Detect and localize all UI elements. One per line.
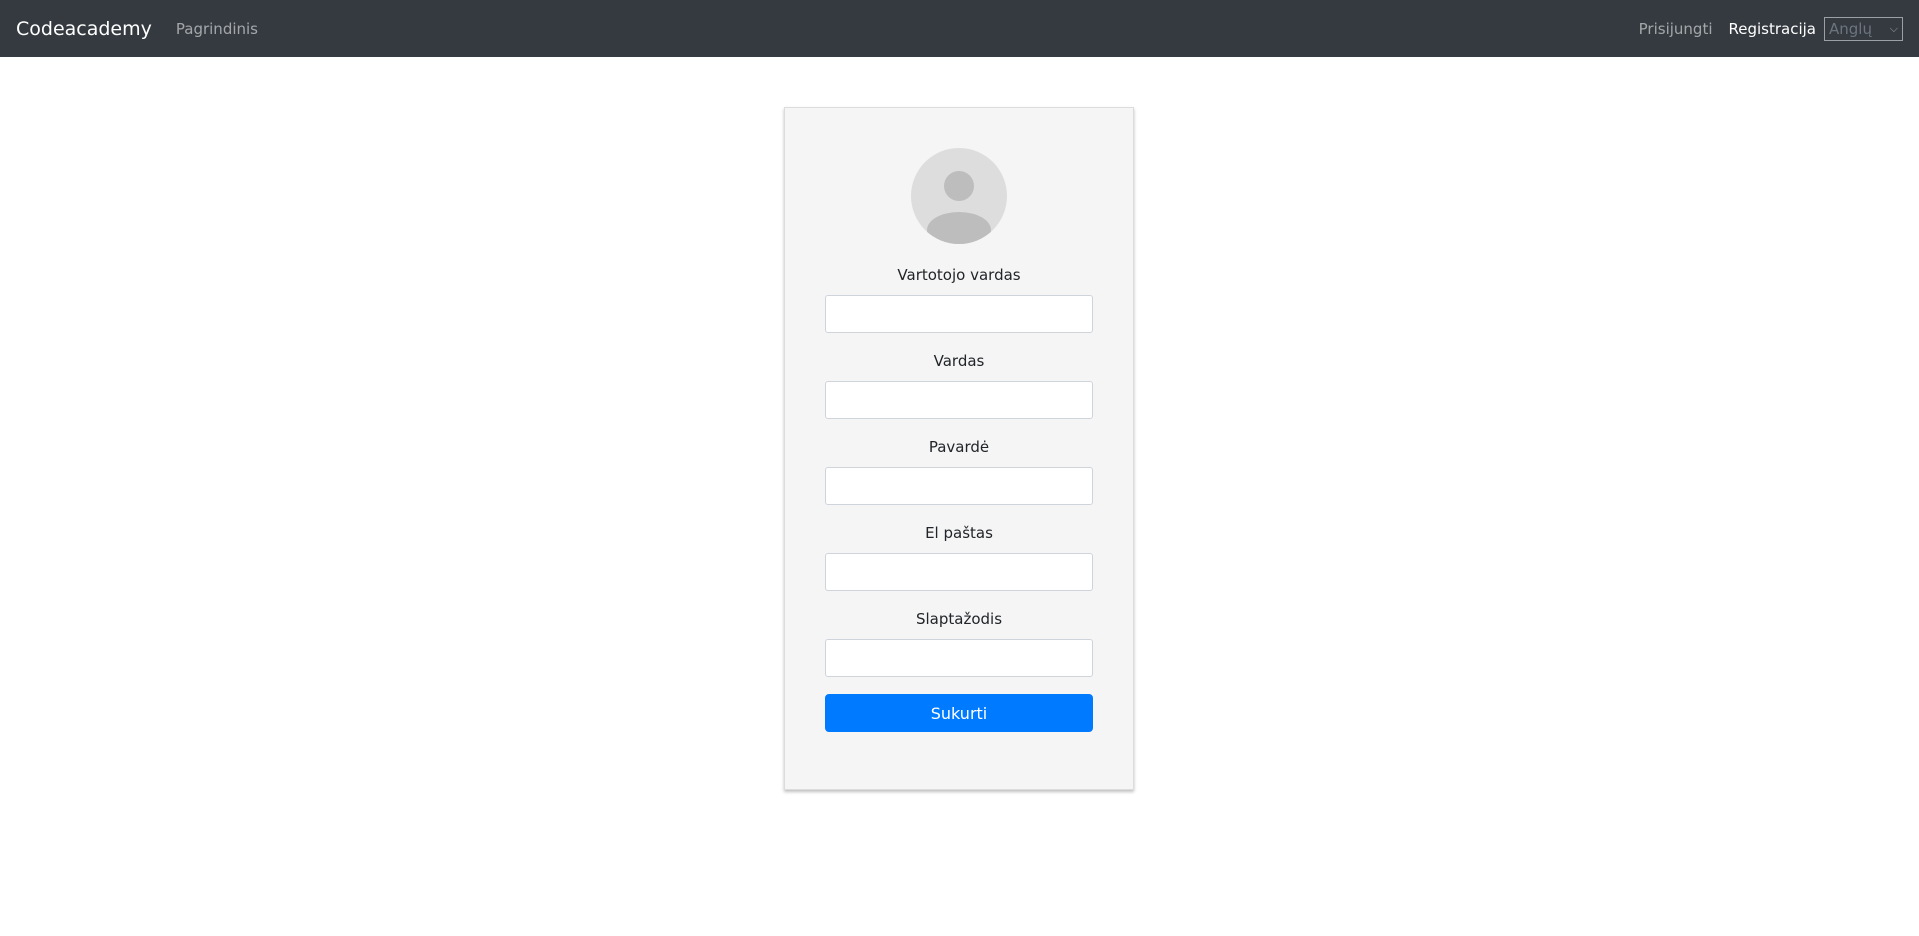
nav-link-register[interactable]: Registracija bbox=[1729, 20, 1817, 38]
registration-card: Vartotojo vardas Vardas Pavardė El pašta… bbox=[784, 107, 1134, 790]
last-name-label: Pavardė bbox=[928, 438, 990, 456]
top-navbar: Codeacademy Pagrindinis Prisijungti Regi… bbox=[0, 0, 1919, 57]
first-name-input[interactable] bbox=[825, 381, 1093, 419]
chevron-down-icon: ⌵ bbox=[1889, 21, 1898, 35]
avatar bbox=[911, 148, 1007, 244]
username-label: Vartotojo vardas bbox=[897, 266, 1021, 284]
nav-link-home[interactable]: Pagrindinis bbox=[176, 20, 258, 38]
email-label: El paštas bbox=[925, 524, 993, 542]
brand-link[interactable]: Codeacademy bbox=[16, 18, 152, 40]
user-icon bbox=[927, 171, 991, 244]
language-select-value: Anglų bbox=[1829, 19, 1872, 38]
password-input[interactable] bbox=[825, 639, 1093, 677]
first-name-label: Vardas bbox=[933, 352, 985, 370]
email-input[interactable] bbox=[825, 553, 1093, 591]
password-label: Slaptažodis bbox=[915, 610, 1003, 628]
nav-link-login[interactable]: Prisijungti bbox=[1639, 20, 1713, 38]
username-input[interactable] bbox=[825, 295, 1093, 333]
create-account-button[interactable]: Sukurti bbox=[825, 694, 1093, 732]
nav-right-group: Prisijungti Registracija Anglų ⌵ bbox=[1623, 16, 1903, 41]
language-select[interactable]: Anglų ⌵ bbox=[1824, 16, 1903, 41]
last-name-input[interactable] bbox=[825, 467, 1093, 505]
